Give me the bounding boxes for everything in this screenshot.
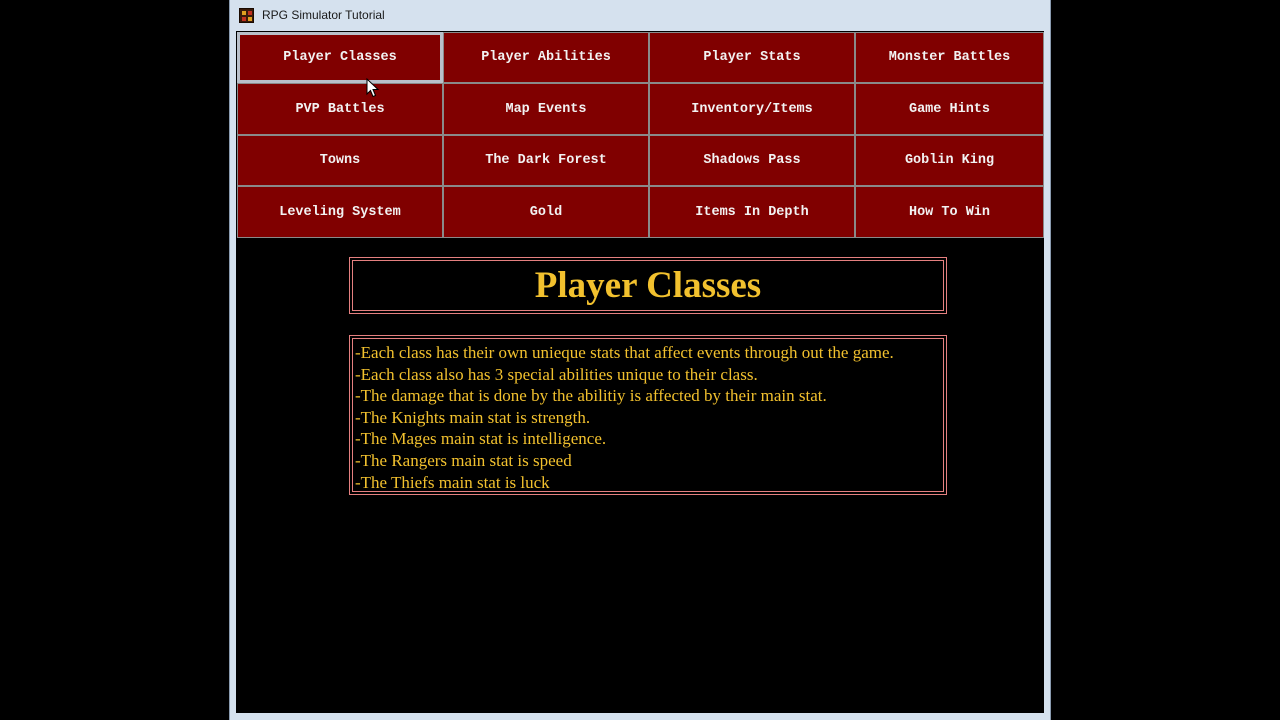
goblin-king-button[interactable]: Goblin King	[855, 135, 1044, 186]
client-area: Player Classes Player Abilities Player S…	[236, 31, 1044, 713]
topic-nav-grid: Player Classes Player Abilities Player S…	[237, 32, 1044, 238]
title-bar[interactable]: RPG Simulator Tutorial	[230, 0, 1050, 31]
mouse-cursor-icon	[366, 78, 380, 98]
app-icon[interactable]	[239, 8, 254, 23]
player-abilities-button[interactable]: Player Abilities	[443, 32, 649, 83]
towns-button[interactable]: Towns	[237, 135, 443, 186]
content-panel: -Each class has their own unieque stats …	[349, 335, 947, 495]
shadows-pass-button[interactable]: Shadows Pass	[649, 135, 855, 186]
content-line: -The Thiefs main stat is luck	[355, 472, 550, 492]
heading-panel: Player Classes	[349, 257, 947, 314]
monster-battles-button[interactable]: Monster Battles	[855, 32, 1044, 83]
leveling-system-button[interactable]: Leveling System	[237, 186, 443, 238]
inventory-items-button[interactable]: Inventory/Items	[649, 83, 855, 135]
dark-forest-button[interactable]: The Dark Forest	[443, 135, 649, 186]
page-title: Player Classes	[352, 260, 944, 311]
content-line: -The Rangers main stat is speed	[355, 450, 572, 470]
gold-button[interactable]: Gold	[443, 186, 649, 238]
content-text: -Each class has their own unieque stats …	[352, 338, 944, 492]
content-line: -The Knights main stat is strength.	[355, 407, 591, 427]
pvp-battles-button[interactable]: PVP Battles	[237, 83, 443, 135]
how-to-win-button[interactable]: How To Win	[855, 186, 1044, 238]
content-line: -Each class also has 3 special abilities…	[355, 364, 758, 384]
player-classes-button[interactable]: Player Classes	[237, 32, 443, 83]
game-hints-button[interactable]: Game Hints	[855, 83, 1044, 135]
player-stats-button[interactable]: Player Stats	[649, 32, 855, 83]
window-title: RPG Simulator Tutorial	[262, 8, 385, 22]
app-window: RPG Simulator Tutorial Player Classes Pl…	[229, 0, 1051, 720]
map-events-button[interactable]: Map Events	[443, 83, 649, 135]
content-line: -Each class has their own unieque stats …	[355, 343, 894, 362]
content-line: -The Mages main stat is intelligence.	[355, 429, 607, 449]
content-line: -The damage that is done by the abilitiy…	[355, 386, 827, 406]
items-in-depth-button[interactable]: Items In Depth	[649, 186, 855, 238]
